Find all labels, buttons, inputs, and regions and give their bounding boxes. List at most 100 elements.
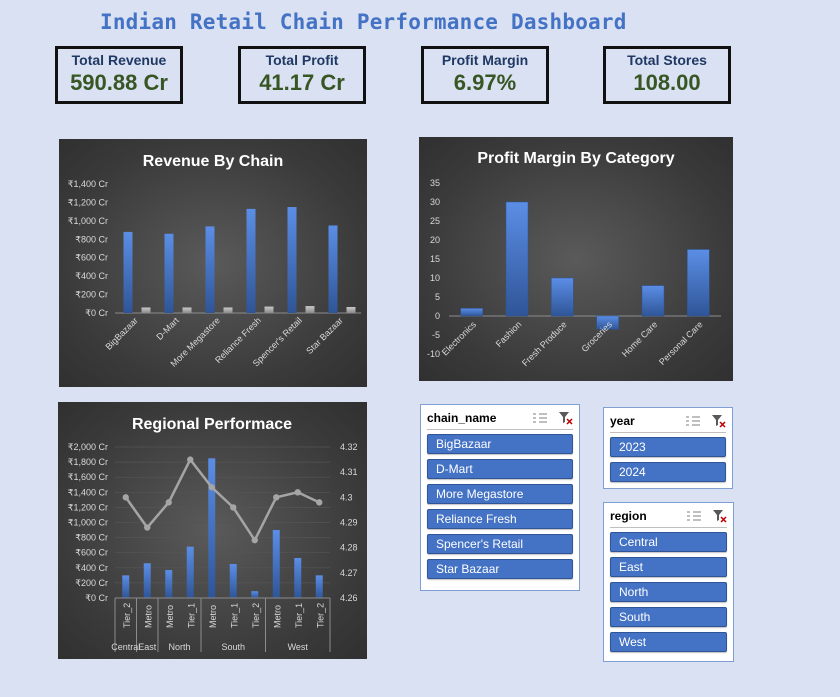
y-tick-label: 20 <box>430 235 440 245</box>
clear-filter-icon[interactable] <box>713 509 727 523</box>
chain-name-slicer[interactable]: chain_name BigBazaar D-Mart More Megastore… <box>420 404 580 591</box>
revenue-bar <box>287 207 297 313</box>
profit-margin-chart[interactable]: Profit Margin By Category -10 -5 0 5 10 15 20 25… <box>419 137 733 381</box>
margin-bar <box>551 277 574 317</box>
regional-performance-svg: Regional Performace ₹0 Cr ₹200 Cr ₹400 Cr ₹6… <box>68 416 358 652</box>
revenue-bar <box>123 231 133 313</box>
kpi-value: 41.17 Cr <box>259 70 345 95</box>
margin-bar <box>505 201 529 317</box>
clear-filter-icon[interactable] <box>559 411 573 425</box>
secondary-bar <box>182 307 192 313</box>
x-tick-label: Tier_1 <box>186 603 196 628</box>
slicer-item[interactable]: Central <box>610 532 727 552</box>
chart-title: Profit Margin By Category <box>477 150 674 167</box>
trend-point <box>165 499 172 506</box>
kpi-label: Profit Margin <box>441 52 529 68</box>
y-tick-label: -5 <box>432 330 440 340</box>
slicer-item[interactable]: 2024 <box>610 462 726 482</box>
revenue-bar <box>164 233 174 313</box>
x-tick-label: Fashion <box>494 319 524 349</box>
slicer-item[interactable]: West <box>610 632 727 652</box>
region-bar <box>208 458 216 598</box>
trend-point <box>208 484 215 491</box>
secondary-bar <box>264 306 274 313</box>
clear-filter-icon[interactable] <box>712 414 726 428</box>
slicer-divider <box>427 429 573 430</box>
y-tick-label: ₹600 Cr <box>75 253 108 263</box>
x-tick-label: Metro <box>143 605 153 628</box>
y-tick-label: ₹800 Cr <box>75 533 108 543</box>
slicer-item[interactable]: More Megastore <box>427 484 573 504</box>
slicer-item[interactable]: East <box>610 557 727 577</box>
slicer-item[interactable]: BigBazaar <box>427 434 573 454</box>
y-tick-label: ₹1,400 Cr <box>68 487 108 497</box>
kpi-value: 6.97% <box>453 70 517 95</box>
slicer-item[interactable]: D-Mart <box>427 459 573 479</box>
secondary-bar <box>141 307 151 313</box>
y-tick-label: 10 <box>430 273 440 283</box>
y2-tick-label: 4.29 <box>340 518 358 528</box>
slicer-items: BigBazaar D-Mart More Megastore Reliance Fr… <box>421 434 579 579</box>
region-bar <box>229 564 237 598</box>
y-tick-label: 0 <box>435 311 440 321</box>
y-tick-label: 25 <box>430 216 440 226</box>
x-tick-label: Metro <box>165 605 175 628</box>
group-label: West <box>288 642 309 652</box>
y-tick-label: ₹200 Cr <box>75 290 108 300</box>
group-label: North <box>168 642 190 652</box>
trend-point <box>294 489 301 496</box>
slicer-header: region <box>604 505 733 527</box>
y2-tick-label: 4.31 <box>340 467 358 477</box>
region-slicer[interactable]: region Central East North South West <box>603 502 734 662</box>
y-tick-label: ₹1,000 Cr <box>68 518 108 528</box>
revenue-by-chain-svg: Revenue By Chain ₹0 Cr ₹200 Cr ₹400 Cr ₹600 … <box>68 153 361 369</box>
trend-point <box>316 499 323 506</box>
slicer-item[interactable]: North <box>610 582 727 602</box>
y-tick-label: 35 <box>430 178 440 188</box>
trend-point <box>122 494 129 501</box>
region-bar <box>143 563 151 598</box>
region-bar <box>294 557 302 598</box>
slicer-divider <box>610 432 726 433</box>
x-tick-label: D-Mart <box>154 315 181 342</box>
y2-tick-label: 4.27 <box>340 568 358 578</box>
slicer-icons <box>687 509 727 523</box>
slicer-item[interactable]: 2023 <box>610 437 726 457</box>
x-tick-label: BigBazaar <box>103 315 139 351</box>
trend-point <box>187 456 194 463</box>
profit-margin-svg: Profit Margin By Category -10 -5 0 5 10 15 20 25… <box>427 150 721 368</box>
slicer-item[interactable]: South <box>610 607 727 627</box>
multi-select-icon[interactable] <box>686 415 700 427</box>
slicer-item[interactable]: Star Bazaar <box>427 559 573 579</box>
y-tick-label: ₹0 Cr <box>85 308 108 318</box>
multi-select-icon[interactable] <box>533 412 547 424</box>
revenue-by-chain-chart[interactable]: Revenue By Chain ₹0 Cr ₹200 Cr ₹400 Cr ₹600 … <box>59 139 367 387</box>
margin-bar <box>687 249 710 317</box>
slicer-header: chain_name <box>421 407 579 429</box>
kpi-value: 108.00 <box>633 70 701 95</box>
group-label: South <box>221 642 245 652</box>
slicer-items: 2023 2024 <box>604 437 732 482</box>
y-tick-label: ₹600 Cr <box>75 548 108 558</box>
kpi-value: 590.88 Cr <box>70 70 168 95</box>
multi-select-icon[interactable] <box>687 510 701 522</box>
x-tick-label: Tier_1 <box>229 603 239 628</box>
slicer-item[interactable]: Reliance Fresh <box>427 509 573 529</box>
kpi-total-profit: Total Profit 41.17 Cr <box>238 46 366 104</box>
y-tick-label: ₹400 Cr <box>75 563 108 573</box>
y-tick-label: 15 <box>430 254 440 264</box>
y2-tick-label: 4.26 <box>340 593 358 603</box>
x-tick-label: Metro <box>272 605 282 628</box>
slicer-title: year <box>610 414 635 428</box>
slicer-item[interactable]: Spencer's Retail <box>427 534 573 554</box>
region-bar <box>315 575 323 598</box>
slicer-icons <box>533 411 573 425</box>
regional-performance-chart[interactable]: Regional Performace ₹0 Cr ₹200 Cr ₹400 Cr ₹6… <box>58 402 367 659</box>
y-tick-label: ₹0 Cr <box>85 593 108 603</box>
year-slicer[interactable]: year 2023 2024 <box>603 407 733 489</box>
secondary-bar <box>305 306 315 313</box>
trend-point <box>273 494 280 501</box>
group-label: East <box>138 642 157 652</box>
slicer-items: Central East North South West <box>604 532 733 652</box>
trend-point <box>251 536 258 544</box>
